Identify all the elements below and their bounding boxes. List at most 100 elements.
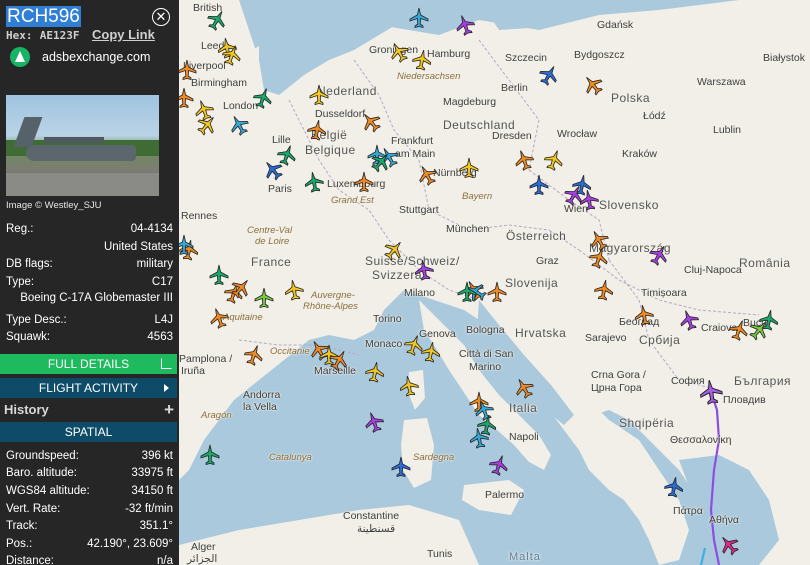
aircraft-marker[interactable] [575, 186, 603, 214]
full-details-label: FULL DETAILS [47, 357, 130, 371]
aircraft-marker[interactable] [280, 276, 308, 304]
map-label-patra: Πάτρα [673, 505, 703, 517]
reg-value: 04-4134 [130, 223, 173, 235]
map-label-france: France [251, 255, 292, 269]
track-value: 351.1° [139, 520, 173, 532]
position-label: Pos.: [6, 538, 33, 550]
aircraft-marker[interactable] [527, 173, 551, 197]
aircraft-marker[interactable] [410, 256, 438, 284]
aircraft-marker[interactable] [198, 443, 222, 467]
map-label-catalunya: Catalunya [269, 452, 312, 463]
aircraft-marker[interactable] [455, 280, 479, 304]
map-label-italia: Italia [509, 401, 538, 415]
aircraft-marker[interactable] [303, 116, 331, 144]
map-label-napoli: Napoli [509, 431, 539, 443]
distance-value: n/a [157, 555, 173, 565]
aircraft-marker[interactable] [408, 46, 436, 74]
position-field: Pos.: 42.190°, 23.609° [6, 538, 173, 554]
hex-value: AE123F [39, 29, 80, 42]
aircraft-marker[interactable] [179, 233, 196, 257]
map-label-constantine: Constantine [343, 510, 400, 522]
aircraft-marker[interactable] [352, 170, 376, 194]
aircraft-marker[interactable] [300, 168, 328, 196]
map-label-torino: Torino [373, 313, 402, 325]
map-label-lodz: Łódź [643, 110, 666, 122]
vert-rate-value: -32 ft/min [125, 503, 173, 515]
aircraft-marker[interactable] [630, 301, 658, 329]
type-full-value: Boeing C-17A Globemaster III [20, 292, 173, 304]
map-label-dresden: Dresden [492, 130, 532, 142]
map-label-romania: România [739, 256, 791, 270]
map-label-berlin: Berlin [501, 82, 528, 94]
track-label: Track: [6, 520, 38, 532]
selected-aircraft-marker[interactable] [695, 376, 728, 409]
flight-activity-button[interactable]: FLIGHT ACTIVITY [0, 378, 177, 398]
type-value: C17 [151, 276, 173, 288]
full-details-button[interactable]: FULL DETAILS [0, 354, 177, 374]
position-value: 42.190°, 23.609° [87, 538, 173, 550]
hex-row: Hex: AE123F [6, 29, 79, 42]
wgs84-altitude-label: WGS84 altitude: [6, 485, 90, 497]
map-label-constantine-ar: قسنطينة [357, 523, 396, 535]
baro-altitude-field: Baro. altitude: 33975 ft [6, 467, 173, 483]
map-view[interactable]: British Leeds Liverpool Birmingham London Gro… [179, 0, 810, 565]
map-label-bydgoszcz: Bydgoszcz [574, 49, 625, 61]
history-section-toggle[interactable]: History + [0, 401, 179, 421]
map-label-timisoara: Timișoara [641, 287, 687, 299]
hex-label: Hex: [6, 29, 33, 42]
map-label-athina: Αθήνα [709, 514, 740, 526]
map-label-bulgaria: България [734, 374, 792, 388]
map-label-hrvatska: Hrvatska [515, 326, 567, 340]
aircraft-photo[interactable] [6, 95, 159, 196]
map-label-milano: Milano [404, 287, 435, 299]
aircraft-marker[interactable] [395, 372, 423, 400]
db-flags-label: DB flags: [6, 258, 53, 270]
aircraft-marker[interactable] [407, 6, 431, 30]
map-label-frankfurt: Frankfurt [391, 135, 434, 147]
map-label-bayern: Bayern [462, 191, 493, 202]
aircraft-marker[interactable] [252, 286, 276, 310]
db-flags-value: military [136, 258, 173, 270]
map-label-szczecin: Szczecin [505, 52, 548, 64]
map-label-thessaloniki: Θεσσαλονίκη [670, 434, 732, 446]
map-label-aragon: Aragón [201, 410, 232, 421]
map-label-de-loire: de Loire [255, 236, 290, 247]
map-label-bialystok: Białystok [763, 52, 806, 64]
aircraft-marker[interactable] [389, 455, 413, 479]
aircraft-marker[interactable] [417, 338, 445, 366]
spatial-section-header[interactable]: SPATIAL [0, 422, 177, 442]
type-desc-value: L4J [154, 314, 173, 326]
aircraft-marker[interactable] [590, 276, 618, 304]
copy-link[interactable]: Copy Link [92, 27, 155, 42]
map-label-warszawa: Warszawa [697, 76, 746, 88]
country-value: United States [103, 241, 173, 253]
photo-aircraft [26, 145, 136, 161]
aircraft-marker[interactable] [307, 83, 331, 107]
map-label-srbija: Србија [639, 333, 681, 347]
adsbexchange-logo-icon [10, 47, 30, 67]
groundspeed-value: 396 kt [141, 450, 173, 462]
map-label-plovdiv: Пловдив [723, 394, 766, 406]
baro-altitude-label: Baro. altitude: [6, 467, 77, 479]
map-label-andorra: Andorra [243, 389, 281, 401]
type-desc-label: Type Desc.: [6, 314, 67, 326]
aircraft-marker[interactable] [465, 424, 493, 452]
brand-name: adsbexchange.com [42, 50, 151, 64]
type-desc-field: Type Desc.: L4J [6, 314, 173, 330]
aircraft-info-sidebar: RCH596 ✕ Hex: AE123F Copy Link adsbexcha… [0, 0, 179, 565]
squawk-field: Squawk: 4563 [6, 331, 173, 347]
squawk-label: Squawk: [6, 331, 51, 343]
aircraft-marker[interactable] [457, 156, 481, 180]
map-label-citta: Città di San [459, 348, 514, 360]
callsign[interactable]: RCH596 [6, 6, 81, 27]
callsign-row: RCH596 ✕ [4, 6, 176, 28]
map-label-crna-gora2: Црна Гора [591, 382, 642, 394]
photo-runway [6, 173, 159, 196]
close-icon[interactable]: ✕ [152, 8, 170, 26]
aircraft-marker[interactable] [179, 58, 199, 82]
aircraft-marker[interactable] [361, 358, 389, 386]
map-label-lublin: Lublin [713, 124, 742, 136]
aircraft-marker[interactable] [660, 473, 688, 501]
map-label-alger-ar: الجزائر [187, 553, 218, 565]
caret-right-icon [164, 384, 169, 392]
